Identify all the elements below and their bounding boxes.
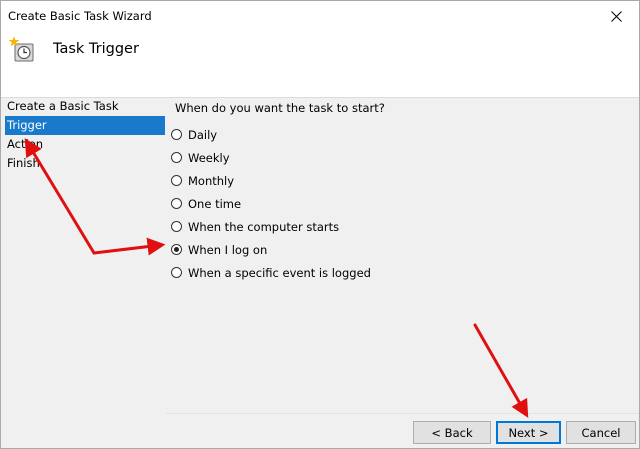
wizard-header: Task Trigger [1, 31, 639, 98]
radio-one-time[interactable] [171, 198, 182, 209]
title-bar: Create Basic Task Wizard [1, 1, 639, 31]
radio-event-logged[interactable] [171, 267, 182, 278]
footer-divider [166, 413, 639, 414]
option-log-on[interactable]: When I log on [171, 238, 371, 261]
option-label: When a specific event is logged [188, 265, 371, 280]
radio-computer-starts[interactable] [171, 221, 182, 232]
back-button[interactable]: < Back [413, 421, 491, 444]
radio-daily[interactable] [171, 129, 182, 140]
trigger-question: When do you want the task to start? [175, 101, 385, 115]
step-create-basic-task[interactable]: Create a Basic Task [5, 97, 165, 116]
option-event-logged[interactable]: When a specific event is logged [171, 261, 371, 284]
option-one-time[interactable]: One time [171, 192, 371, 215]
option-label: When the computer starts [188, 219, 340, 234]
wizard-steps: Create a Basic Task Trigger Action Finis… [5, 97, 165, 173]
option-label: Monthly [188, 173, 235, 188]
cancel-button[interactable]: Cancel [566, 421, 636, 444]
radio-log-on[interactable] [171, 244, 182, 255]
window-title: Create Basic Task Wizard [8, 9, 152, 23]
page-title: Task Trigger [53, 41, 139, 57]
wizard-window: Create Basic Task Wizard Task Trigger Cr… [0, 0, 640, 449]
option-label: Weekly [188, 150, 230, 165]
step-trigger[interactable]: Trigger [5, 116, 165, 135]
option-label: Daily [188, 127, 218, 142]
close-button[interactable] [593, 1, 639, 31]
option-daily[interactable]: Daily [171, 123, 371, 146]
option-weekly[interactable]: Weekly [171, 146, 371, 169]
option-computer-starts[interactable]: When the computer starts [171, 215, 371, 238]
trigger-options: Daily Weekly Monthly One time When the c… [171, 123, 371, 284]
option-monthly[interactable]: Monthly [171, 169, 371, 192]
step-finish[interactable]: Finish [5, 154, 165, 173]
close-icon [610, 10, 622, 22]
option-label: When I log on [188, 242, 268, 257]
next-button[interactable]: Next > [496, 421, 561, 444]
radio-monthly[interactable] [171, 175, 182, 186]
task-scheduler-clock-icon [8, 36, 34, 62]
step-action[interactable]: Action [5, 135, 165, 154]
radio-weekly[interactable] [171, 152, 182, 163]
option-label: One time [188, 196, 242, 211]
